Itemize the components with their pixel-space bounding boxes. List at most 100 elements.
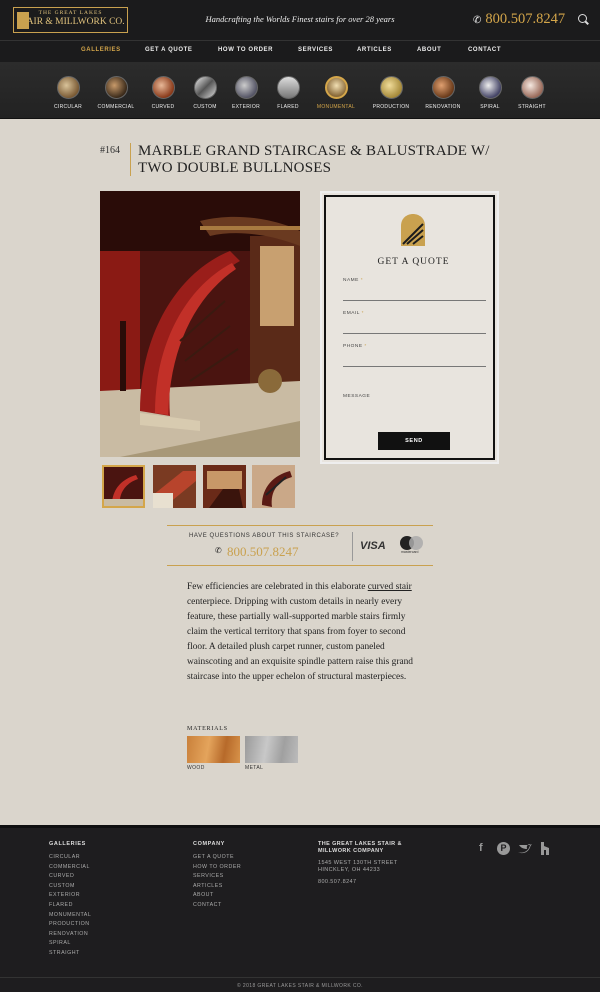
gallery-commercial[interactable]: COMMERCIAL — [90, 76, 142, 110]
stair-logo-icon — [401, 214, 425, 246]
category-label: STRAIGHT — [518, 104, 546, 110]
phone-icon: ✆ — [215, 546, 222, 555]
header-phone-link[interactable]: ✆ 800.507.8247 — [473, 11, 565, 28]
message-label: MESSAGE — [343, 394, 371, 399]
phone-label: PHONE * — [343, 344, 367, 349]
gallery-flared[interactable]: FLARED — [262, 76, 314, 110]
nav-articles[interactable]: ARTICLES — [357, 47, 392, 53]
footer-link[interactable]: CUSTOM — [49, 883, 91, 893]
quote-form-frame: GET A QUOTE NAME * EMAIL * PHONE * MESSA… — [324, 195, 495, 460]
mastercard-logo: mastercard — [399, 536, 427, 555]
footer-link[interactable]: ARTICLES — [193, 883, 241, 893]
title-divider — [130, 143, 131, 176]
copyright: © 2018 GREAT LAKES STAIR & MILLWORK CO. — [0, 977, 600, 992]
search-icon[interactable] — [578, 14, 587, 23]
category-thumbnail — [379, 76, 403, 99]
address-line-1: 1545 WEST 130TH STREET — [318, 860, 398, 866]
required-marker: * — [364, 344, 367, 349]
thumbnail-1[interactable] — [102, 465, 145, 508]
logo-mark-icon — [17, 12, 29, 29]
email-field[interactable]: EMAIL * — [343, 311, 486, 334]
product-ref-number: #164 — [100, 145, 120, 156]
category-thumbnail — [104, 76, 128, 99]
name-label-text: NAME — [343, 278, 359, 283]
questions-phone-link[interactable]: 800.507.8247 — [227, 544, 299, 560]
phone-field[interactable]: PHONE * — [343, 344, 486, 367]
nav-how-to-order[interactable]: HOW TO ORDER — [218, 47, 273, 53]
footer-link[interactable]: FLARED — [49, 902, 91, 912]
product-description: Few efficiencies are celebrated in this … — [187, 580, 417, 685]
thumbnail-2[interactable] — [153, 465, 196, 508]
tagline: Handcrafting the Worlds Finest stairs fo… — [205, 14, 395, 24]
category-thumbnail — [478, 76, 502, 99]
category-thumbnail — [151, 76, 175, 99]
footer-link[interactable]: RENOVATION — [49, 931, 91, 941]
message-field[interactable]: MESSAGE — [343, 394, 486, 417]
houzz-icon[interactable] — [540, 842, 550, 855]
material-wood-swatch[interactable] — [187, 736, 240, 763]
footer-link[interactable]: SPIRAL — [49, 940, 91, 950]
footer-link[interactable]: CONTACT — [193, 902, 241, 912]
email-label-text: EMAIL — [343, 311, 360, 316]
facebook-icon[interactable]: f — [479, 842, 483, 854]
gallery-renovation[interactable]: RENOVATION — [417, 76, 469, 110]
questions-text: HAVE QUESTIONS ABOUT THIS STAIRCASE? — [189, 533, 340, 539]
nav-about[interactable]: ABOUT — [417, 47, 441, 53]
address-line-2: HINCKLEY, OH 44233 — [318, 867, 381, 873]
mastercard-circle-right — [409, 536, 423, 550]
gallery-category-bar: CIRCULAR COMMERCIAL CURVED CUSTOM EXTERI… — [0, 62, 600, 119]
footer-link[interactable]: MONUMENTAL — [49, 912, 91, 922]
category-label: FLARED — [277, 104, 299, 110]
gallery-monumental[interactable]: MONUMENTAL — [310, 76, 362, 110]
pinterest-icon[interactable]: P — [497, 842, 510, 855]
footer-link[interactable]: STRAIGHT — [49, 950, 91, 960]
category-thumbnail — [276, 76, 300, 99]
category-thumbnail — [520, 76, 544, 99]
nav-contact[interactable]: CONTACT — [468, 47, 501, 53]
thumbnail-4[interactable] — [252, 465, 295, 508]
footer-address: THE GREAT LAKES STAIR & MILLWORK COMPANY… — [318, 841, 402, 886]
gallery-straight[interactable]: STRAIGHT — [506, 76, 558, 110]
footer-link[interactable]: GET A QUOTE — [193, 854, 241, 864]
thumbnail-image — [203, 465, 246, 508]
required-marker: * — [360, 278, 364, 283]
footer-link[interactable]: HOW TO ORDER — [193, 864, 241, 874]
name-label: NAME * — [343, 278, 363, 283]
nav-galleries[interactable]: GALLERIES — [81, 47, 121, 53]
footer-link[interactable]: SERVICES — [193, 873, 241, 883]
company-name-line-2: MILLWORK COMPANY — [318, 848, 384, 854]
footer-link[interactable]: CIRCULAR — [49, 854, 91, 864]
description-text-2: centerpiece. Dripping with custom detail… — [187, 597, 413, 682]
gallery-production[interactable]: PRODUCTION — [365, 76, 417, 110]
curved-stair-link[interactable]: curved stair — [368, 582, 412, 592]
footer-link[interactable]: EXTERIOR — [49, 892, 91, 902]
footer-galleries-list: CIRCULAR COMMERCIAL CURVED CUSTOM EXTERI… — [49, 854, 91, 960]
footer-link[interactable]: PRODUCTION — [49, 921, 91, 931]
thumbnail-3[interactable] — [203, 465, 246, 508]
category-label: COMMERCIAL — [97, 104, 135, 110]
required-marker: * — [361, 311, 364, 316]
email-label: EMAIL * — [343, 311, 364, 316]
footer-link[interactable]: CURVED — [49, 873, 91, 883]
gallery-circular[interactable]: CIRCULAR — [42, 76, 94, 110]
footer-phone[interactable]: 800.507.8247 — [318, 879, 402, 886]
description-text-1: Few efficiencies are celebrated in this … — [187, 582, 368, 592]
name-field[interactable]: NAME * — [343, 278, 486, 301]
quote-form: GET A QUOTE NAME * EMAIL * PHONE * MESSA… — [320, 191, 499, 464]
phone-label-text: PHONE — [343, 344, 363, 349]
category-thumbnail — [431, 76, 455, 99]
material-metal-swatch[interactable] — [245, 736, 298, 763]
thumbnail-image — [153, 465, 196, 508]
twitter-icon[interactable] — [518, 843, 532, 854]
category-thumbnail — [324, 76, 348, 99]
footer-link[interactable]: COMMERCIAL — [49, 864, 91, 874]
send-button[interactable]: SEND — [378, 432, 450, 450]
nav-get-a-quote[interactable]: GET A QUOTE — [145, 47, 193, 53]
materials-heading: MATERIALS — [187, 726, 228, 732]
main-product-image[interactable] — [100, 191, 300, 457]
site-logo[interactable]: THE GREAT LAKES STAIR & MILLWORK CO. — [13, 7, 128, 33]
footer-link[interactable]: ABOUT — [193, 892, 241, 902]
company-name-line-1: THE GREAT LAKES STAIR & — [318, 841, 402, 847]
thumbnail-image — [104, 467, 143, 506]
nav-services[interactable]: SERVICES — [298, 47, 333, 53]
